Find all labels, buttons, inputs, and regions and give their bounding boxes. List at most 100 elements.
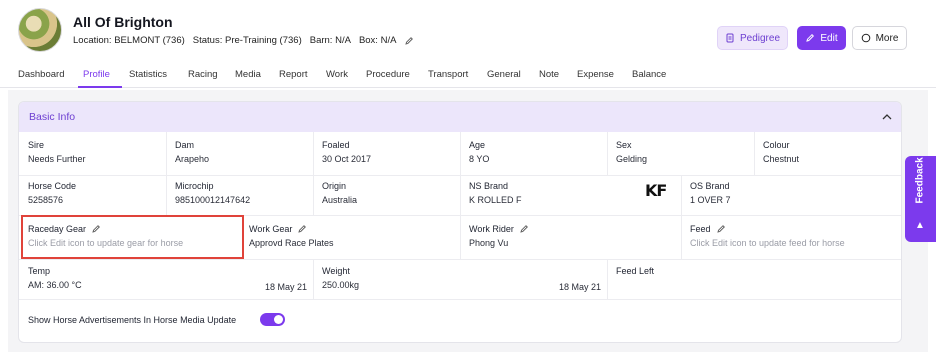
field-feed-left: Feed Left — [616, 266, 654, 280]
horse-meta: Location: BELMONT (736) Status: Pre-Trai… — [73, 35, 414, 46]
edit-location-pencil-icon[interactable] — [404, 36, 414, 46]
field-label: Microchip — [175, 181, 214, 191]
field-origin: Origin Australia — [322, 181, 357, 205]
location-label: Location: — [73, 35, 112, 46]
feedback-label: Feedback — [914, 157, 926, 204]
field-label: Weight — [322, 266, 350, 276]
divider — [313, 132, 314, 215]
divider — [754, 132, 755, 175]
field-label: Colour — [763, 140, 790, 150]
edit-work-gear-pencil-icon[interactable] — [297, 224, 307, 234]
field-value: 30 Oct 2017 — [322, 154, 372, 164]
tab-media[interactable]: Media — [235, 69, 261, 80]
field-value: 8 YO — [469, 154, 490, 164]
pedigree-button[interactable]: Pedigree — [717, 26, 788, 50]
field-value: K ROLLED F — [469, 195, 522, 205]
field-work-gear: Work Gear Approvd Race Plates — [249, 224, 334, 248]
field-label: Temp — [28, 266, 51, 276]
divider — [607, 132, 608, 175]
field-foaled: Foaled 30 Oct 2017 — [322, 140, 371, 164]
box-label: Box: — [358, 35, 378, 46]
field-horse-code: Horse Code 5258576 — [28, 181, 76, 205]
chevron-up-icon[interactable] — [881, 111, 893, 123]
divider — [681, 175, 682, 259]
field-value: Approvd Race Plates — [249, 238, 334, 248]
location-value: BELMONT (736) — [114, 35, 185, 46]
box-value: N/A — [380, 35, 397, 46]
field-label: Horse Code — [28, 181, 77, 191]
tab-racing[interactable]: Racing — [188, 69, 218, 80]
pencil-icon — [806, 33, 815, 42]
basic-info-header[interactable]: Basic Info — [19, 102, 901, 132]
field-value: 985100012147642 — [175, 195, 251, 205]
tab-general[interactable]: General — [487, 69, 521, 80]
field-ns-brand: NS Brand K ROLLED F — [469, 181, 522, 205]
field-label: Work Gear — [249, 224, 293, 234]
tab-transport[interactable]: Transport — [428, 69, 468, 80]
tab-expense[interactable]: Expense — [577, 69, 614, 80]
field-value: Arapeho — [175, 154, 210, 164]
field-weight: Weight 250.00kg — [322, 266, 359, 290]
weight-date: 18 May 21 — [559, 282, 602, 292]
more-button-label: More — [875, 32, 899, 44]
more-button[interactable]: More — [852, 26, 907, 50]
barn-value: N/A — [335, 35, 351, 46]
status-value: Pre-Training (736) — [225, 35, 302, 46]
tab-balance[interactable]: Balance — [632, 69, 666, 80]
tab-work[interactable]: Work — [326, 69, 348, 80]
tab-procedure[interactable]: Procedure — [366, 69, 410, 80]
tab-statistics[interactable]: Statistics — [129, 69, 167, 80]
advert-toggle-switch[interactable] — [260, 313, 285, 326]
field-label: OS Brand — [690, 181, 730, 191]
divider — [460, 215, 461, 259]
divider — [460, 132, 461, 215]
field-sire: Sire Needs Further — [28, 140, 86, 164]
field-value: AM: 36.00 °C — [28, 280, 82, 290]
field-age: Age 8 YO — [469, 140, 489, 164]
field-label: Age — [469, 140, 486, 150]
field-label: Sex — [616, 140, 632, 150]
field-value: Chestnut — [763, 154, 800, 164]
edit-feed-pencil-icon[interactable] — [716, 224, 726, 234]
document-icon — [726, 33, 734, 43]
field-value: 5258576 — [28, 195, 64, 205]
tab-dashboard[interactable]: Dashboard — [18, 69, 64, 80]
status-label: Status: — [192, 35, 223, 46]
field-label: Sire — [28, 140, 45, 150]
field-colour: Colour Chestnut — [763, 140, 799, 164]
field-label: Origin — [322, 181, 347, 191]
edit-work-rider-pencil-icon[interactable] — [519, 224, 529, 234]
field-label: NS Brand — [469, 181, 509, 191]
field-label: Feed Left — [616, 266, 655, 276]
pedigree-button-label: Pedigree — [739, 32, 781, 44]
field-value: 1 OVER 7 — [690, 195, 731, 205]
field-dam: Dam Arapeho — [175, 140, 209, 164]
tab-note[interactable]: Note — [539, 69, 559, 80]
field-value: Phong Vu — [469, 238, 509, 248]
divider — [313, 259, 314, 299]
highlight-box — [21, 215, 244, 259]
tab-profile[interactable]: Profile — [83, 69, 110, 80]
field-work-rider: Work Rider Phong Vu — [469, 224, 529, 248]
field-feed: Feed Click Edit icon to update feed for … — [690, 224, 845, 248]
horse-header: All Of Brighton Location: BELMONT (736) … — [0, 0, 936, 62]
barn-label: Barn: — [309, 35, 333, 46]
field-value: Needs Further — [28, 154, 86, 164]
horse-name: All Of Brighton — [73, 14, 173, 30]
temp-date: 18 May 21 — [265, 282, 308, 292]
edit-button[interactable]: Edit — [797, 26, 846, 50]
field-os-brand: OS Brand 1 OVER 7 — [690, 181, 731, 205]
field-value: Australia — [322, 195, 358, 205]
field-temp: Temp AM: 36.00 °C — [28, 266, 82, 290]
field-microchip: Microchip 985100012147642 — [175, 181, 250, 205]
divider — [19, 299, 901, 300]
tab-report[interactable]: Report — [279, 69, 308, 80]
brand-mark-image: KF — [645, 181, 667, 200]
field-label: Foaled — [322, 140, 350, 150]
field-label: Work Rider — [469, 224, 514, 234]
field-value: Gelding — [616, 154, 648, 164]
advert-toggle-label: Show Horse Advertisements In Horse Media… — [28, 315, 237, 325]
field-label: Dam — [175, 140, 195, 150]
field-label: Feed — [690, 224, 711, 234]
profile-tabs: Dashboard Profile Statistics Racing Medi… — [0, 62, 936, 88]
